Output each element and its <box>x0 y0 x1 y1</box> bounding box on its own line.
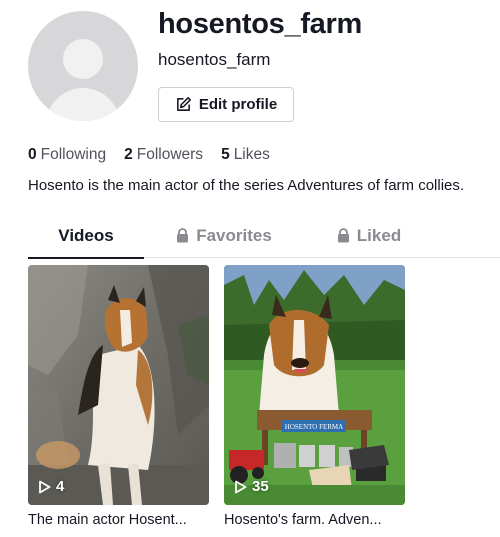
video-caption[interactable]: The main actor Hosent... <box>28 512 209 528</box>
profile-tabs: Videos Favorites Liked <box>28 220 500 259</box>
play-icon <box>235 480 247 493</box>
profile-username: hosentos_farm <box>158 8 362 40</box>
video-views: 35 <box>234 478 269 495</box>
avatar-placeholder-head <box>63 39 103 79</box>
likes-label: Likes <box>233 146 270 163</box>
video-view-count: 4 <box>56 478 65 495</box>
profile-nickname: hosentos_farm <box>158 50 271 69</box>
video-item[interactable]: 4 The main actor Hosent... <box>28 265 209 528</box>
followers-count: 2 <box>124 146 133 163</box>
edit-icon <box>176 96 191 111</box>
tab-videos[interactable]: Videos <box>28 220 144 259</box>
video-thumbnail[interactable]: HOSENTO FERMA 35 <box>224 265 405 505</box>
stat-likes: 5 Likes <box>221 146 270 164</box>
tab-liked-label: Liked <box>356 226 402 245</box>
tab-liked[interactable]: Liked <box>334 220 404 258</box>
collie-on-rocks-image <box>28 265 209 505</box>
video-item[interactable]: HOSENTO FERMA 35 Hosento's farm. Adven..… <box>224 265 405 528</box>
profile-stats: 0 Following 2 Followers 5 Likes <box>28 146 270 164</box>
play-icon <box>39 480 51 493</box>
stat-followers[interactable]: 2 Followers <box>124 146 203 164</box>
profile-bio: Hosento is the main actor of the series … <box>28 177 465 194</box>
farm-sign-text: HOSENTO FERMA <box>285 423 343 431</box>
following-count: 0 <box>28 146 37 163</box>
video-caption[interactable]: Hosento's farm. Adven... <box>224 512 405 528</box>
followers-label: Followers <box>136 146 204 163</box>
following-label: Following <box>40 146 107 163</box>
tab-favorites[interactable]: Favorites <box>176 220 272 258</box>
lock-icon <box>337 228 349 243</box>
stat-following[interactable]: 0 Following <box>28 146 106 164</box>
likes-count: 5 <box>221 146 230 163</box>
lock-icon <box>177 228 189 243</box>
edit-profile-label: Edit profile <box>198 96 278 113</box>
tab-favorites-label: Favorites <box>196 226 272 245</box>
video-thumbnail[interactable]: 4 <box>28 265 209 505</box>
edit-profile-button[interactable]: Edit profile <box>158 87 294 122</box>
video-view-count: 35 <box>252 478 269 495</box>
tab-videos-label: Videos <box>58 226 114 245</box>
collie-farm-image: HOSENTO FERMA <box>224 265 405 505</box>
avatar-placeholder-body <box>46 88 120 121</box>
avatar[interactable] <box>28 11 138 121</box>
video-views: 4 <box>38 478 64 495</box>
